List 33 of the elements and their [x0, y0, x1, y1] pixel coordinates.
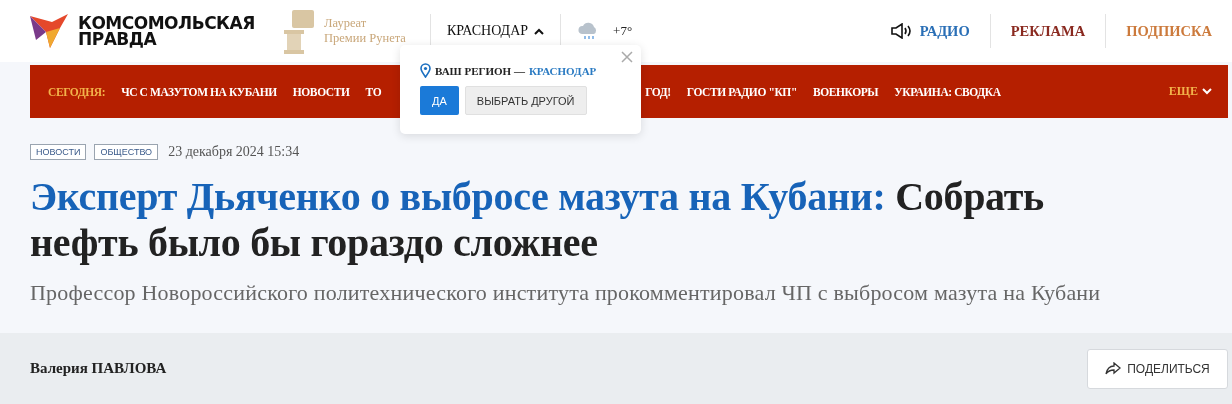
- close-icon: [621, 51, 633, 63]
- header-link[interactable]: РЕКЛАМА: [989, 14, 1106, 48]
- logo-wordmark[interactable]: КОМСОМОЛЬСКАЯ ПРАВДА: [78, 15, 255, 47]
- nav-link[interactable]: ГОСТИ РАДИО "КП": [686, 85, 797, 98]
- subtitle: Профессор Новороссийского политехнического института прокомментировал ЧП с выбросом мазута на Кубани: [30, 280, 1102, 306]
- nav-link[interactable]: УКРАИНА: СВОДКА: [894, 85, 1001, 98]
- nav-link[interactable]: ТО: [365, 85, 382, 98]
- location-pin-icon: [420, 63, 431, 78]
- nav-link[interactable]: НОВОСТИ: [292, 85, 350, 98]
- city-selector[interactable]: КРАСНОДАР: [431, 11, 561, 51]
- nav-link[interactable]: ВОЕНКОРЫ: [812, 85, 879, 98]
- bird-logo-icon[interactable]: [30, 14, 70, 48]
- share-arrow-icon: [1105, 362, 1122, 375]
- nav-link[interactable]: ЧС С МАЗУТОМ НА КУБАНИ: [121, 85, 277, 98]
- choose-other-button[interactable]: ВЫБРАТЬ ДРУГОЙ: [464, 86, 587, 115]
- today-link[interactable]: СЕГОДНЯ:: [48, 85, 106, 98]
- radio-link[interactable]: РАДИО: [869, 14, 990, 48]
- author-name[interactable]: Валерия ПАВЛОВА: [30, 360, 167, 377]
- more-menu[interactable]: ЕЩЕ: [1168, 84, 1212, 99]
- speaker-icon: [889, 23, 914, 39]
- nav-link[interactable]: ГОД!: [645, 85, 671, 98]
- award-caption: Лауреат Премии Рунета: [324, 16, 406, 46]
- caret-icon: [534, 27, 545, 35]
- share-button[interactable]: ПОДЕЛИТЬСЯ: [1087, 348, 1228, 389]
- headline: Эксперт Дьяченко о выбросе мазута на Кубани: Собрать нефть было бы гораздо сложнее: [30, 174, 1045, 266]
- publish-date: 23 декабря 2024 15:34: [168, 144, 300, 160]
- confirm-button[interactable]: ДА: [420, 86, 459, 115]
- temperature: +7°: [613, 23, 633, 39]
- rubric-tag[interactable]: НОВОСТИ: [30, 144, 87, 160]
- region-name: КРАСНОДАР: [528, 64, 597, 77]
- rubric-tag[interactable]: ОБЩЕСТВО: [94, 144, 159, 160]
- region-label: ВАШ РЕГИОН —: [435, 64, 525, 77]
- chevron-down-icon: [1202, 88, 1212, 95]
